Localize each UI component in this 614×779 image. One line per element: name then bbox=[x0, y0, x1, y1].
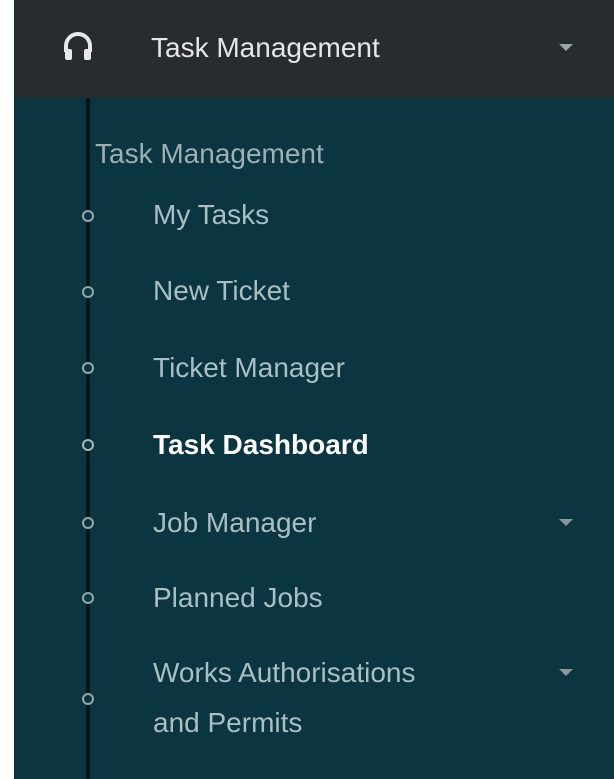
task-management-menu-header[interactable]: Task Management bbox=[15, 0, 614, 98]
chevron-down-icon bbox=[559, 519, 573, 526]
menu-item-label: Ticket Manager bbox=[153, 352, 345, 383]
chevron-down-icon bbox=[559, 44, 573, 51]
menu-item-works-authorisations-and-permits[interactable]: Works Authorisations and Permits bbox=[55, 655, 614, 745]
menu-item-ticket-manager[interactable]: Ticket Manager bbox=[55, 350, 614, 390]
menu-item-new-ticket[interactable]: New Ticket bbox=[55, 273, 614, 313]
menu-item-label: My Tasks bbox=[153, 199, 270, 230]
menu-item-job-manager[interactable]: Job Manager bbox=[55, 505, 614, 545]
bullet-icon bbox=[82, 210, 94, 222]
bullet-icon bbox=[82, 439, 94, 451]
sidebar: Task Management Task Management My Tasks… bbox=[14, 0, 614, 779]
menu-item-task-dashboard[interactable]: Task Dashboard bbox=[55, 427, 614, 467]
chevron-down-icon bbox=[559, 669, 573, 676]
bullet-icon bbox=[82, 517, 94, 529]
bullet-icon bbox=[82, 286, 94, 298]
menu-item-label-line2: and Permits bbox=[153, 707, 303, 738]
menu-item-label: Planned Jobs bbox=[153, 582, 323, 613]
menu-item-label: Task Dashboard bbox=[153, 429, 369, 460]
headphones-icon bbox=[64, 32, 92, 60]
menu-item-my-tasks[interactable]: My Tasks bbox=[55, 195, 614, 235]
menu-item-label-line1: Works Authorisations bbox=[153, 657, 416, 688]
menu-item-label: Job Manager bbox=[153, 507, 317, 538]
menu-item-label: New Ticket bbox=[153, 275, 290, 306]
bullet-icon bbox=[82, 362, 94, 374]
section-label: Task Management bbox=[95, 138, 324, 169]
menu-item-planned-jobs[interactable]: Planned Jobs bbox=[55, 580, 614, 620]
bullet-icon bbox=[82, 592, 94, 604]
header-title: Task Management bbox=[151, 32, 380, 63]
bullet-icon bbox=[82, 693, 94, 705]
